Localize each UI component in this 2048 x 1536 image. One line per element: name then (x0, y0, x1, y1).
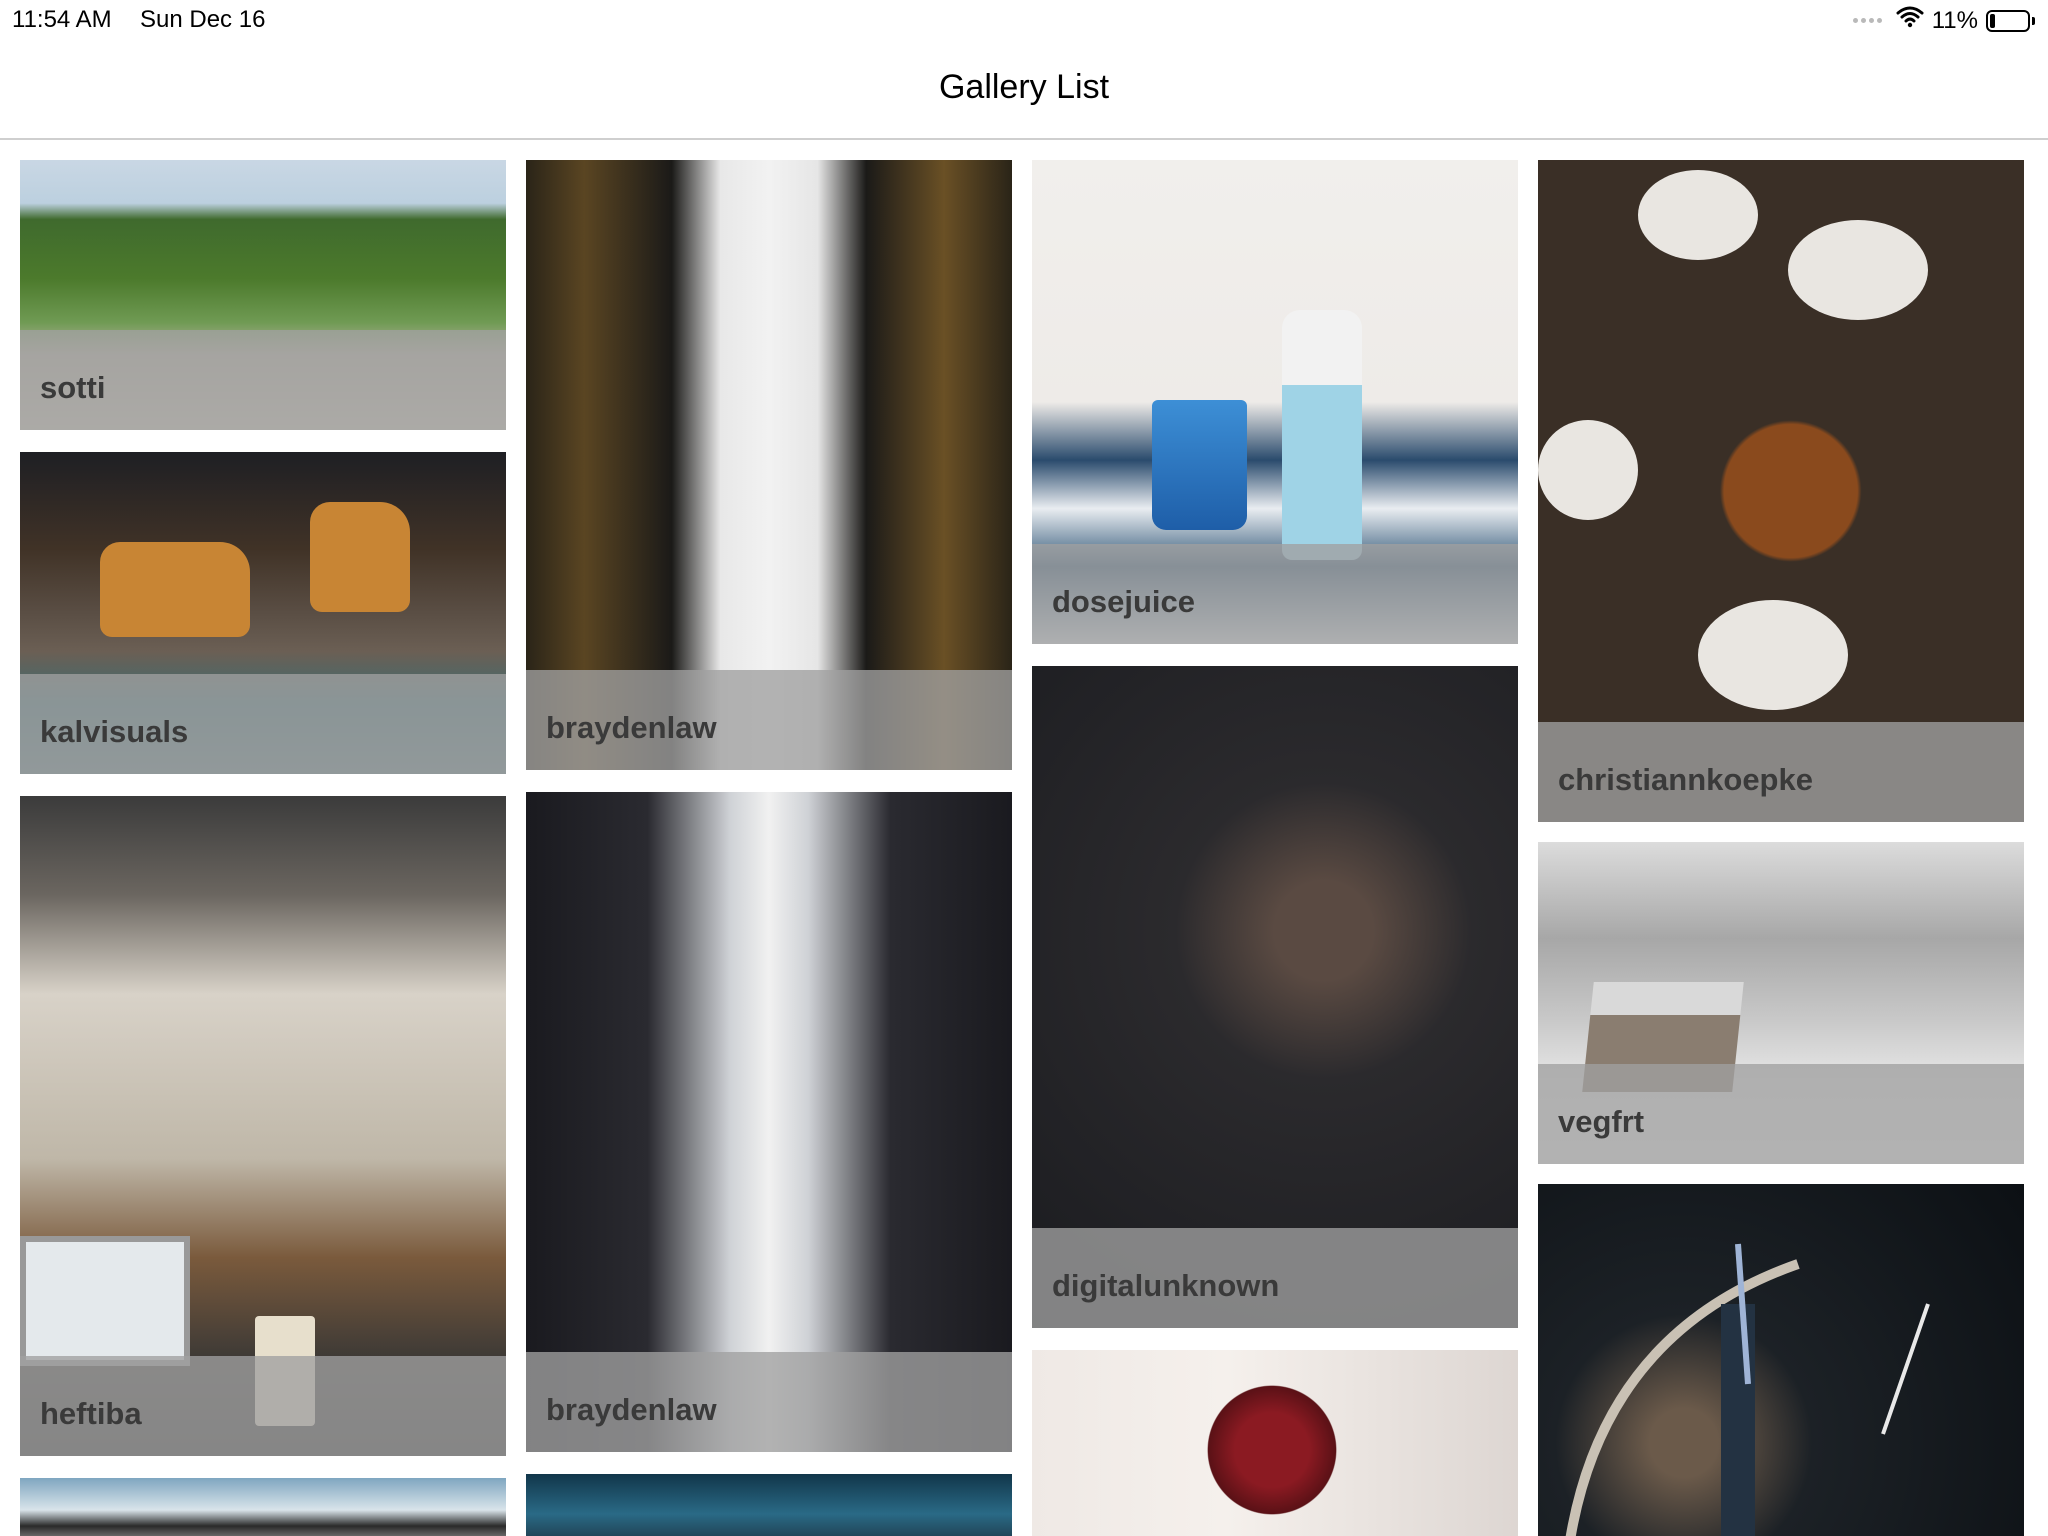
author-label: vegfrt (1558, 1104, 1645, 1139)
gallery-item[interactable]: sotti (20, 160, 506, 430)
status-bar: 11:54 AM Sun Dec 16 11% (0, 0, 2048, 40)
gallery-item[interactable]: kalvisuals (20, 452, 506, 774)
gallery-photo (526, 1474, 1012, 1536)
status-date: Sun Dec 16 (140, 6, 266, 33)
gallery-item[interactable] (1538, 1184, 2024, 1536)
gallery-item[interactable] (526, 1474, 1012, 1536)
gallery-item[interactable] (1032, 1350, 1518, 1536)
battery-percentage: 11% (1931, 6, 1978, 34)
gallery-item[interactable]: dosejuice (1032, 160, 1518, 644)
gallery-item[interactable]: heftiba (20, 796, 506, 1456)
status-time: 11:54 AM (12, 6, 112, 33)
author-label: sotti (40, 370, 106, 405)
gallery-item[interactable]: braydenlaw (526, 792, 1012, 1452)
author-label: christiannkoepke (1558, 762, 1813, 797)
author-label: heftiba (40, 1396, 142, 1431)
status-indicators: 11% (1852, 6, 2036, 35)
gallery-item[interactable] (20, 1478, 506, 1536)
battery-icon (1986, 9, 2036, 33)
gallery-item[interactable]: vegfrt (1538, 842, 2024, 1164)
author-label: kalvisuals (40, 714, 189, 749)
gallery-grid[interactable]: sotti kalvisuals heftiba braydenlaw bray… (0, 142, 2048, 1536)
author-label: dosejuice (1052, 584, 1195, 619)
gallery-photo (20, 1478, 506, 1536)
author-label: braydenlaw (546, 1392, 717, 1427)
navigation-bar: Gallery List (0, 40, 2048, 140)
gallery-photo (1538, 1184, 2024, 1536)
gallery-photo (1032, 1350, 1518, 1536)
page-title: Gallery List (938, 68, 1110, 106)
gallery-item[interactable]: braydenlaw (526, 160, 1012, 770)
author-label: digitalunknown (1052, 1268, 1280, 1303)
gallery-item[interactable]: digitalunknown (1032, 666, 1518, 1328)
wifi-icon (1896, 6, 1924, 35)
gallery-item[interactable]: christiannkoepke (1538, 160, 2024, 822)
author-label: braydenlaw (546, 710, 717, 745)
cellular-signal-icon (1852, 18, 1882, 23)
